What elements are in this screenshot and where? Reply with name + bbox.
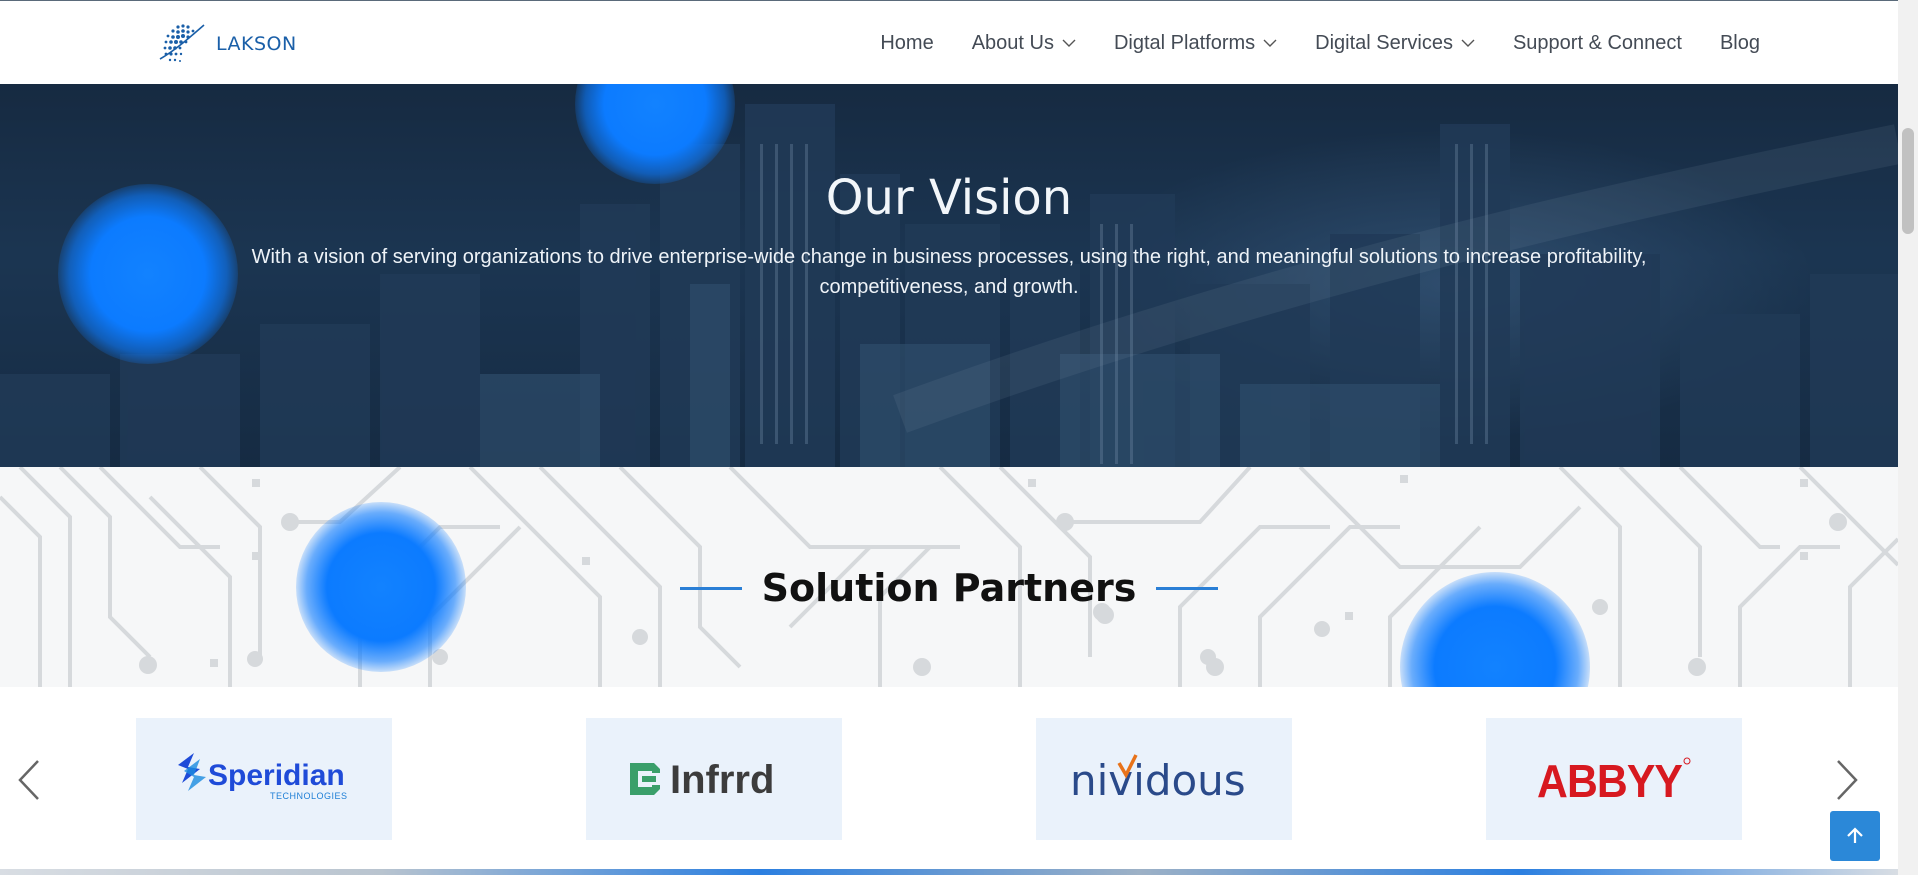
partner-logo-nividous[interactable]: nividous — [1036, 718, 1292, 840]
chevron-down-icon — [1263, 39, 1277, 47]
nav-item-label: Support & Connect — [1512, 31, 1682, 54]
site-header: LAKSON Home About Us Digtal Platforms Di… — [0, 0, 1898, 84]
nav-item-label: Digital Services — [1315, 31, 1453, 54]
nav-item-about-us[interactable]: About Us — [972, 32, 1076, 55]
page-scrollbar[interactable] — [1898, 0, 1918, 875]
vision-text: With a vision of serving organizations t… — [251, 246, 1647, 298]
chevron-left-icon[interactable] — [14, 757, 44, 803]
abbyy-logo: ABBYY — [1537, 755, 1691, 807]
speridian-logo-text: Speridian — [208, 759, 345, 792]
partner-logo-infrrd[interactable]: Infrrd — [586, 718, 842, 840]
speridian-logo: Speridian TECHNOLOGIES — [178, 753, 348, 801]
arrow-up-icon — [1847, 827, 1863, 843]
nav-item-blog[interactable]: Blog — [1720, 32, 1760, 55]
nav-item-digital-platforms[interactable]: Digtal Platforms — [1114, 32, 1277, 55]
nividous-logo-text: nividous — [1070, 756, 1246, 805]
logo-text: LAKSON — [216, 33, 297, 55]
title-rule-left — [679, 586, 742, 590]
vision-title: Our Vision — [825, 170, 1073, 226]
nav-item-home[interactable]: Home — [880, 32, 933, 55]
chevron-right-icon[interactable] — [1832, 757, 1862, 803]
nav-item-label: Digtal Platforms — [1113, 31, 1256, 54]
nav-item-digital-services[interactable]: Digital Services — [1315, 32, 1475, 55]
back-to-top-button[interactable] — [1830, 811, 1880, 861]
nav-item-label: Blog — [1719, 31, 1760, 54]
nav-item-label: About Us — [971, 31, 1054, 54]
chevron-down-icon — [1062, 39, 1076, 47]
chevron-down-icon — [1461, 39, 1475, 47]
nav-item-support-connect[interactable]: Support & Connect — [1513, 32, 1682, 55]
partner-logo-speridian[interactable]: Speridian TECHNOLOGIES — [136, 718, 392, 840]
logo-mark-icon — [159, 24, 205, 62]
abbyy-logo-text: ABBYY — [1537, 755, 1682, 807]
partners-heading: Solution Partners — [0, 566, 1898, 610]
scrollbar-thumb[interactable] — [1902, 128, 1914, 234]
speridian-logo-subtext: TECHNOLOGIES — [270, 791, 348, 801]
next-section-preview — [0, 869, 1898, 875]
partners-carousel: Speridian TECHNOLOGIES Infrrd nividous A… — [0, 687, 1898, 875]
partner-logo-abbyy[interactable]: ABBYY — [1486, 718, 1742, 840]
partners-title: Solution Partners — [761, 566, 1137, 610]
main-nav: Home About Us Digtal Platforms Digital S… — [880, 1, 1760, 85]
infrrd-logo: Infrrd — [630, 758, 774, 802]
page: LAKSON Home About Us Digtal Platforms Di… — [0, 0, 1898, 875]
infrrd-logo-text: Infrrd — [670, 758, 774, 802]
nav-item-label: Home — [880, 31, 934, 54]
title-rule-right — [1156, 586, 1219, 590]
nividous-logo: nividous — [1070, 754, 1246, 805]
vision-hero: Our Vision With a vision of serving orga… — [0, 84, 1898, 467]
site-logo[interactable]: LAKSON — [156, 21, 297, 67]
